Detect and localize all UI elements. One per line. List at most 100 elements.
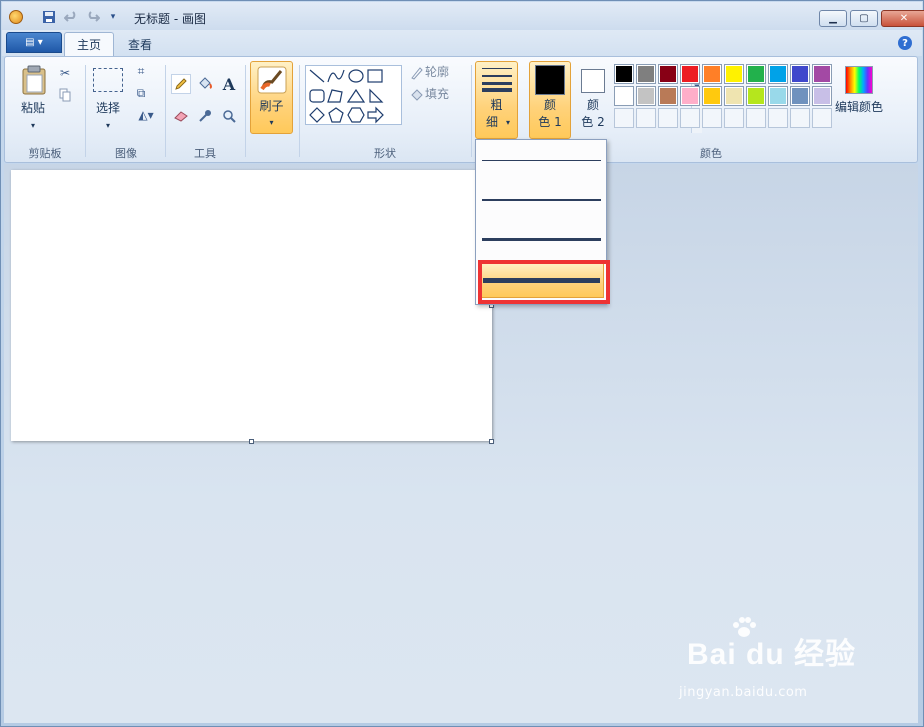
oval-shape-icon[interactable] xyxy=(348,69,364,83)
size-option-3px[interactable] xyxy=(482,182,601,218)
color-swatch[interactable] xyxy=(614,86,634,106)
rectangle-shape-icon[interactable] xyxy=(367,69,383,83)
line-shape-icon[interactable] xyxy=(309,69,325,83)
outline-icon[interactable] xyxy=(407,63,427,83)
color-swatch-fill xyxy=(616,88,632,104)
color-swatch[interactable] xyxy=(768,86,788,106)
color-swatch[interactable] xyxy=(768,64,788,84)
edit-colors-icon[interactable] xyxy=(845,66,873,94)
minimize-button[interactable]: ▁ xyxy=(819,10,847,27)
custom-color-slot[interactable] xyxy=(636,108,656,128)
color-swatch[interactable] xyxy=(636,64,656,84)
undo-icon[interactable] xyxy=(62,8,80,26)
paste-icon[interactable] xyxy=(19,63,49,97)
eraser-icon[interactable] xyxy=(171,106,191,126)
custom-color-slot[interactable] xyxy=(724,108,744,128)
color-swatch[interactable] xyxy=(812,86,832,106)
color-swatch-fill xyxy=(770,66,786,82)
redo-icon[interactable] xyxy=(84,8,102,26)
color-swatch[interactable] xyxy=(658,86,678,106)
color-swatch[interactable] xyxy=(746,86,766,106)
custom-color-slot[interactable] xyxy=(768,108,788,128)
color-swatch[interactable] xyxy=(812,64,832,84)
tab-home[interactable]: 主页 xyxy=(64,32,115,56)
help-icon[interactable]: ? xyxy=(898,36,912,50)
close-button[interactable]: ✕ xyxy=(881,10,924,27)
canvas-resize-handle-bottom[interactable] xyxy=(249,439,254,444)
canvas-resize-handle-corner[interactable] xyxy=(489,439,494,444)
outline-label[interactable]: 轮廓 xyxy=(425,64,465,81)
crop-icon[interactable]: ⌗ xyxy=(131,61,151,81)
annotation-highlight-box xyxy=(478,260,610,304)
triangle-shape-icon[interactable] xyxy=(346,88,366,103)
resize-icon[interactable]: ⧉ xyxy=(131,83,151,103)
text-tool-icon[interactable]: A xyxy=(219,74,239,94)
custom-color-slot[interactable] xyxy=(680,108,700,128)
color-swatch[interactable] xyxy=(614,64,634,84)
color-swatch[interactable] xyxy=(746,64,766,84)
color-swatch-fill xyxy=(748,66,764,82)
pentagon-shape-icon[interactable] xyxy=(328,107,344,123)
paint-menu-button[interactable]: ▤ ▾ xyxy=(6,32,62,53)
color-swatch[interactable] xyxy=(680,64,700,84)
fill-label[interactable]: 填充 xyxy=(425,86,465,103)
color-swatch[interactable] xyxy=(680,86,700,106)
color-picker-icon[interactable] xyxy=(195,106,215,126)
tab-view[interactable]: 查看 xyxy=(116,32,164,56)
paw-icon xyxy=(731,617,757,639)
diamond-shape-icon[interactable] xyxy=(309,107,325,123)
arrow-shape-icon[interactable] xyxy=(367,106,384,124)
custom-color-slot[interactable] xyxy=(614,108,634,128)
pencil-icon[interactable] xyxy=(171,74,191,94)
paint-app-icon[interactable] xyxy=(9,10,23,24)
custom-color-slot[interactable] xyxy=(790,108,810,128)
color-swatch[interactable] xyxy=(790,86,810,106)
cut-icon[interactable]: ✂ xyxy=(55,63,75,83)
color2-swatch[interactable] xyxy=(581,69,605,93)
right-triangle-shape-icon[interactable] xyxy=(369,88,384,103)
drawing-canvas[interactable] xyxy=(11,170,492,441)
watermark-url: jingyan.baidu.com xyxy=(679,685,808,700)
separator xyxy=(299,65,300,157)
custom-color-slot[interactable] xyxy=(702,108,722,128)
shapes-group-label: 形状 xyxy=(374,147,396,160)
custom-color-slot[interactable] xyxy=(812,108,832,128)
select-icon[interactable] xyxy=(92,67,124,93)
maximize-button[interactable]: ▢ xyxy=(850,10,878,27)
select-label[interactable]: 选择 xyxy=(91,100,125,117)
edit-colors-label[interactable]: 编辑颜色 xyxy=(831,99,887,116)
color-swatch[interactable] xyxy=(724,86,744,106)
hexagon-shape-icon[interactable] xyxy=(347,107,365,123)
save-icon[interactable] xyxy=(40,8,58,26)
customize-qat-icon[interactable]: ▾ xyxy=(104,8,122,26)
baidu-jingyan-watermark: Bai du 经验 jingyan.baidu.com xyxy=(679,617,869,709)
rotate-icon[interactable]: ◭▾ xyxy=(131,105,161,125)
color-swatch[interactable] xyxy=(702,86,722,106)
color-swatch[interactable] xyxy=(702,64,722,84)
color-swatch[interactable] xyxy=(658,64,678,84)
color-swatch[interactable] xyxy=(790,64,810,84)
select-dropdown-icon[interactable]: ▾ xyxy=(91,117,125,134)
color2-label-2[interactable]: 色 2 xyxy=(573,114,613,131)
rounded-rectangle-shape-icon[interactable] xyxy=(309,89,325,103)
magnifier-icon[interactable] xyxy=(219,106,239,126)
paste-label[interactable]: 粘贴 xyxy=(17,100,49,117)
color-swatch[interactable] xyxy=(636,86,656,106)
paste-dropdown-icon[interactable]: ▾ xyxy=(17,117,49,134)
color2-label-1[interactable]: 颜 xyxy=(573,97,613,114)
custom-color-slot[interactable] xyxy=(658,108,678,128)
title-bar: ▾ 无标题 - 画图 ▁ ▢ ✕ xyxy=(2,2,924,30)
fill-icon[interactable] xyxy=(407,85,427,105)
separator xyxy=(165,65,166,157)
size-option-5px[interactable] xyxy=(482,222,601,258)
polygon-shape-icon[interactable] xyxy=(327,89,343,103)
fill-bucket-icon[interactable] xyxy=(195,74,215,94)
size-option-1px[interactable] xyxy=(482,142,601,178)
maximize-icon: ▢ xyxy=(859,13,869,24)
color-swatch-fill xyxy=(682,88,698,104)
curve-shape-icon[interactable] xyxy=(327,69,345,83)
custom-color-slot[interactable] xyxy=(746,108,766,128)
color-swatch[interactable] xyxy=(724,64,744,84)
color-swatch-fill xyxy=(616,66,632,82)
copy-icon[interactable] xyxy=(55,85,75,105)
